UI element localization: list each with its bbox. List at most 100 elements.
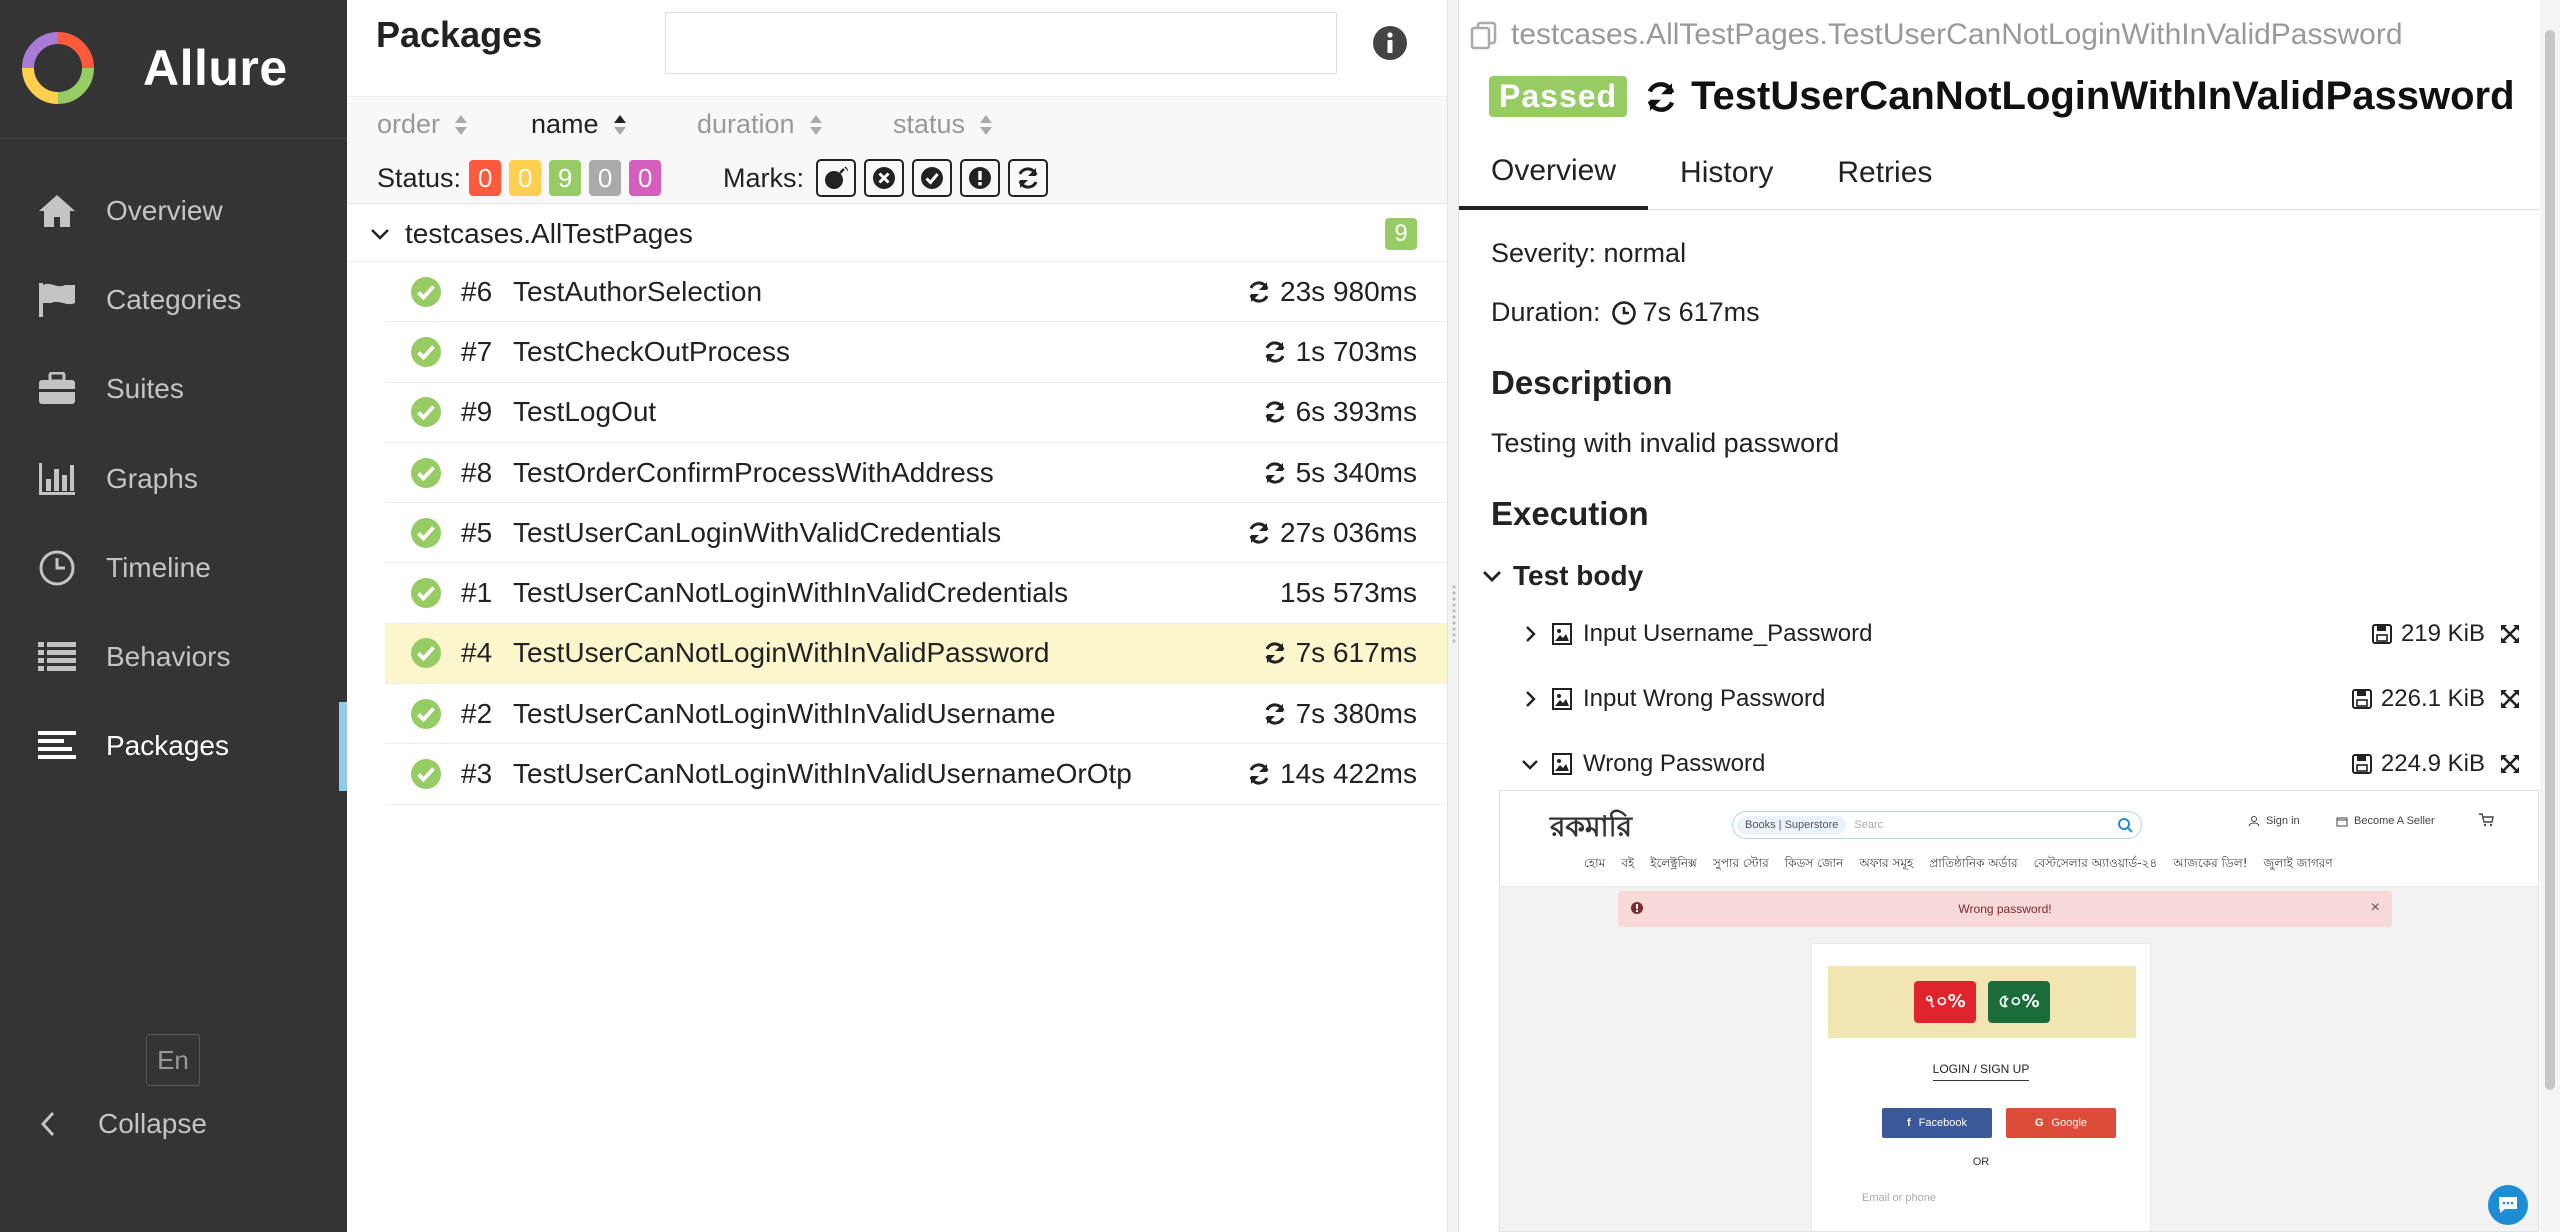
breadcrumb: testcases.AllTestPages.TestUserCanNotLog…: [1469, 18, 2403, 52]
sort-icon: [980, 114, 993, 135]
detail-scrollbar[interactable]: [2540, 0, 2560, 1232]
test-number: #9: [461, 396, 493, 428]
attachment-size-value: 219 KiB: [2400, 620, 2485, 647]
refresh-icon: [1265, 642, 1285, 665]
status-failed-toggle[interactable]: 0: [469, 160, 502, 196]
sidebar-item-label: Categories: [106, 283, 242, 315]
cart-icon: [2479, 813, 2494, 827]
description-heading: Description: [1491, 364, 1673, 401]
refresh-icon: [1265, 461, 1285, 484]
test-row[interactable]: #4 TestUserCanNotLoginWithInValidPassword…: [385, 623, 1447, 685]
test-row[interactable]: #6 TestAuthorSelection 23s 980ms: [385, 262, 1447, 323]
sidebar-item-suites[interactable]: Suites: [0, 345, 347, 434]
status-unknown-toggle[interactable]: 0: [629, 160, 662, 196]
flaky-mark-toggle[interactable]: [816, 159, 857, 197]
test-row[interactable]: #3 TestUserCanNotLoginWithInValidUsername…: [385, 744, 1447, 805]
test-row[interactable]: #9 TestLogOut 6s 393ms: [385, 383, 1447, 443]
refresh-icon: [1018, 167, 1038, 189]
sort-order[interactable]: order: [377, 109, 489, 140]
copy-icon[interactable]: [1469, 20, 1499, 50]
splitter-grip-icon[interactable]: [1451, 584, 1457, 644]
test-duration-value: 1s 703ms: [1295, 335, 1417, 367]
refresh-icon: [1249, 280, 1269, 303]
info-icon[interactable]: [1371, 24, 1409, 62]
briefcase-icon: [36, 368, 78, 410]
screenshot-facebook-button: f Facebook: [1882, 1108, 1992, 1138]
group-count-badge: 9: [1385, 218, 1417, 250]
save-icon: [2371, 624, 2392, 644]
test-name: TestUserCanLoginWithValidCredentials: [513, 516, 1002, 548]
test-number: #4: [461, 637, 493, 669]
sidebar-item-packages[interactable]: Packages: [0, 701, 347, 792]
attachment-size: 219 KiB: [2371, 620, 2485, 648]
align-left-icon: [36, 725, 78, 767]
pane-splitter[interactable]: [1447, 0, 1459, 1232]
test-row[interactable]: #5 TestUserCanLoginWithValidCredentials 27…: [385, 503, 1447, 564]
test-row[interactable]: #7 TestCheckOutProcess 1s 703ms: [385, 322, 1447, 383]
brand-name: Allure: [143, 40, 288, 96]
attachment-row[interactable]: Input Wrong Password 226.1 KiB: [1521, 679, 2521, 719]
expand-icon[interactable]: [2499, 688, 2521, 710]
sidebar-item-graphs[interactable]: Graphs: [0, 434, 347, 523]
sidebar-item-behaviors[interactable]: Behaviors: [0, 612, 347, 701]
new-passed-mark-toggle[interactable]: [912, 159, 953, 197]
overview-content: Severity: normal Duration: 7s 617ms Desc…: [1491, 220, 2531, 533]
test-row[interactable]: #2 TestUserCanNotLoginWithInValidUsername…: [385, 684, 1447, 745]
collapse-button[interactable]: Collapse: [40, 1108, 207, 1140]
execution-heading: Execution: [1491, 495, 1649, 532]
sidebar-item-categories[interactable]: Categories: [0, 255, 347, 344]
attachment-row[interactable]: Wrong Password 224.9 KiB: [1521, 744, 2521, 784]
scrollbar-thumb[interactable]: [2545, 30, 2555, 1090]
test-duration-value: 14s 422ms: [1280, 758, 1417, 790]
exclamation-circle-icon: [969, 167, 992, 189]
tab-overview[interactable]: Overview: [1459, 136, 1649, 210]
language-button[interactable]: En: [146, 1034, 200, 1086]
status-broken-toggle[interactable]: 0: [509, 160, 542, 196]
exclamation-circle-icon: [1631, 902, 1643, 914]
severity: Severity: normal: [1491, 238, 1687, 268]
group-name: testcases.AllTestPages: [405, 217, 693, 249]
tab-history[interactable]: History: [1648, 136, 1805, 210]
test-number: #5: [461, 516, 493, 548]
passed-status-icon: [411, 578, 441, 609]
attachment-screenshot[interactable]: রকমারি Books | Superstore Searc Sign in …: [1499, 790, 2539, 1232]
test-number: #8: [461, 456, 493, 488]
allure-logo-icon: [22, 32, 94, 104]
tab-retries[interactable]: Retries: [1805, 136, 1964, 210]
package-tree: testcases.AllTestPages 9 #6 TestAuthorSel…: [347, 206, 1447, 805]
sidebar-item-label: Packages: [106, 730, 229, 762]
test-row[interactable]: #8 TestOrderConfirmProcessWithAddress 5s 3…: [385, 443, 1447, 504]
image-file-icon: [1552, 623, 1572, 645]
screenshot-or: OR: [1972, 1156, 1990, 1168]
expand-icon[interactable]: [2499, 623, 2521, 645]
tree-group[interactable]: testcases.AllTestPages 9: [347, 206, 1447, 262]
sidebar: Allure Overview Categories Suites Graphs…: [0, 0, 347, 1232]
search-input[interactable]: [665, 12, 1337, 74]
test-row[interactable]: #1 TestUserCanNotLoginWithInValidCredenti…: [385, 563, 1447, 624]
duration-value: 7s 617ms: [1642, 297, 1760, 327]
test-detail-pane: testcases.AllTestPages.TestUserCanNotLog…: [1459, 0, 2560, 1232]
new-failed-mark-toggle[interactable]: [864, 159, 905, 197]
sort-name[interactable]: name: [531, 109, 655, 140]
test-duration: 7s 380ms: [1262, 684, 1417, 743]
status-passed-toggle[interactable]: 9: [549, 160, 582, 196]
test-number: #7: [461, 335, 493, 367]
sidebar-item-timeline[interactable]: Timeline: [0, 523, 347, 612]
search-icon: [2118, 818, 2133, 833]
test-number: #3: [461, 758, 493, 790]
retries-mark-toggle[interactable]: [1008, 159, 1049, 197]
sort-status[interactable]: status: [893, 109, 993, 140]
screenshot-email-placeholder: Email or phone: [1862, 1192, 1936, 1204]
attachment-row[interactable]: Input Username_Password 219 KiB: [1521, 614, 2521, 654]
new-broken-mark-toggle[interactable]: [960, 159, 1001, 197]
status-skipped-toggle[interactable]: 0: [589, 160, 622, 196]
passed-status-icon: [411, 698, 441, 729]
sort-icon: [613, 114, 626, 135]
test-body-toggle[interactable]: Test body: [1481, 560, 1643, 592]
expand-icon[interactable]: [2499, 753, 2521, 775]
passed-status-icon: [411, 336, 441, 367]
brand[interactable]: Allure: [18, 28, 288, 108]
refresh-icon: [1265, 703, 1285, 725]
sidebar-item-overview[interactable]: Overview: [0, 166, 347, 255]
sort-duration[interactable]: duration: [697, 109, 851, 140]
